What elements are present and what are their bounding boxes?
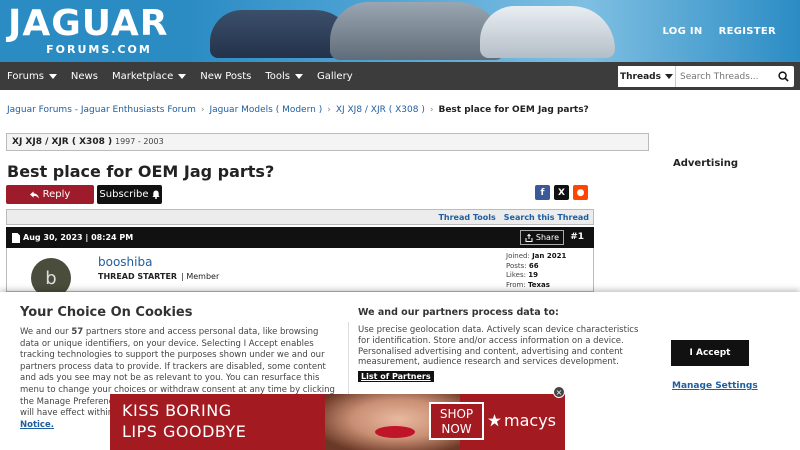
manage-settings-link[interactable]: Manage Settings xyxy=(672,381,758,391)
search-scope-label: Threads xyxy=(620,71,661,82)
nav-item-forums[interactable]: Forums xyxy=(0,62,64,90)
posts-value: 66 xyxy=(528,261,539,270)
ad-shop-label: SHOP xyxy=(439,407,474,421)
chevron-down-icon xyxy=(295,73,303,79)
joined-value: Jan 2021 xyxy=(532,252,567,260)
header-account-links: LOG IN REGISTER xyxy=(662,26,776,37)
breadcrumb-separator-icon: › xyxy=(200,105,205,115)
ad-now-label: NOW xyxy=(441,422,472,436)
breadcrumb-separator-icon: › xyxy=(327,105,331,115)
from-label: From: xyxy=(506,280,526,289)
banner-car-white xyxy=(480,6,615,58)
search-scope-select[interactable]: Threads xyxy=(618,66,676,87)
banner-car-silver xyxy=(330,2,505,60)
ad-lips-image xyxy=(375,426,415,438)
nav-item-new-posts[interactable]: New Posts xyxy=(193,62,258,90)
cookie-purposes-title: We and our partners process data to: xyxy=(358,307,559,318)
site-header: JAGUAR FORUMS.COM LOG IN REGISTER xyxy=(0,0,800,62)
user-rank: Member xyxy=(186,272,220,281)
post-date: Aug 30, 2023 | 08:24 PM xyxy=(23,233,134,242)
post-header: Aug 30, 2023 | 08:24 PM Share #1 xyxy=(6,227,594,248)
ad-brand-logo: macys xyxy=(488,411,556,430)
accept-button[interactable]: I Accept xyxy=(671,340,749,366)
share-icon xyxy=(525,233,533,242)
facebook-icon[interactable]: f xyxy=(535,185,550,200)
close-icon[interactable]: × xyxy=(553,386,565,398)
nav-item-label: Marketplace xyxy=(111,70,174,82)
logo-main-text: JAGUAR xyxy=(8,3,169,44)
post-number[interactable]: #1 xyxy=(570,232,584,242)
search-icon xyxy=(777,71,789,82)
breadcrumb-link[interactable]: Jaguar Forums - Jaguar Enthusiasts Forum xyxy=(7,105,196,115)
post-user-info: b booshiba THREAD STARTER | Member Joined… xyxy=(6,248,594,298)
share-icons: f X ● xyxy=(535,185,588,200)
reddit-icon[interactable]: ● xyxy=(573,185,588,200)
breadcrumb: Jaguar Forums - Jaguar Enthusiasts Forum… xyxy=(7,105,589,115)
forum-name[interactable]: XJ XJ8 / XJR ( X308 ) xyxy=(12,137,112,147)
reply-label: Reply xyxy=(42,189,71,200)
share-label: Share xyxy=(535,233,559,242)
breadcrumb-link[interactable]: XJ XJ8 / XJR ( X308 ) xyxy=(336,105,425,115)
thread-starter-badge: THREAD STARTER xyxy=(98,272,178,281)
ad-shop-now-button[interactable]: SHOP NOW xyxy=(429,402,484,440)
ad-headline: KISS BORING LIPS GOODBYE xyxy=(122,400,246,442)
likes-label: Likes: xyxy=(506,271,526,279)
nav-item-tools[interactable]: Tools xyxy=(258,62,310,90)
username-link[interactable]: booshiba xyxy=(98,255,152,269)
nav-item-marketplace[interactable]: Marketplace xyxy=(105,62,193,90)
star-icon xyxy=(488,414,501,427)
cookie-text-pre: We and our xyxy=(20,327,72,337)
ad-line-2: LIPS GOODBYE xyxy=(122,422,247,441)
breadcrumb-link[interactable]: Jaguar Models ( Modern ) xyxy=(209,105,322,115)
ad-banner[interactable]: KISS BORING LIPS GOODBYE SHOP NOW macys xyxy=(110,394,565,450)
thread-tools-bar: Thread Tools Search this Thread xyxy=(6,209,594,225)
joined-label: Joined: xyxy=(506,252,530,260)
search-thread-link[interactable]: Search this Thread xyxy=(504,213,589,222)
chevron-down-icon xyxy=(178,73,187,79)
nav-item-label: News xyxy=(70,70,98,82)
search-button[interactable] xyxy=(772,66,794,87)
list-of-partners-link[interactable]: List of Partners xyxy=(358,371,434,382)
nav-item-label: Forums xyxy=(7,70,44,82)
cookie-title: Your Choice On Cookies xyxy=(20,305,193,320)
posts-label: Posts: xyxy=(506,261,527,270)
register-link[interactable]: REGISTER xyxy=(719,26,776,37)
user-stats: Joined: Jan 2021 Posts: 66 Likes: 19 Fro… xyxy=(506,252,566,290)
x-icon[interactable]: X xyxy=(554,185,569,200)
post-share-button[interactable]: Share xyxy=(519,230,564,245)
from-value: Texas xyxy=(527,280,550,289)
site-logo[interactable]: JAGUAR FORUMS.COM xyxy=(8,3,170,57)
reply-icon xyxy=(29,190,39,199)
nav-item-gallery[interactable]: Gallery xyxy=(310,62,360,90)
nav-item-label: Gallery xyxy=(317,70,353,82)
search-bar: Threads xyxy=(618,66,794,87)
search-input[interactable] xyxy=(676,66,772,87)
thread-tools-link[interactable]: Thread Tools xyxy=(438,213,495,222)
subscribe-label: Subscribe xyxy=(99,189,149,200)
breadcrumb-separator-icon: › xyxy=(429,105,434,115)
bell-icon xyxy=(151,190,160,199)
login-link[interactable]: LOG IN xyxy=(662,26,702,37)
subscribe-button[interactable]: Subscribe xyxy=(97,185,162,204)
chevron-down-icon xyxy=(48,73,57,79)
document-icon xyxy=(12,232,20,243)
likes-value: 19 xyxy=(528,271,538,279)
cookie-purposes-text: Use precise geolocation data. Actively s… xyxy=(358,325,639,368)
forum-header: XJ XJ8 / XJR ( X308 ) 1997 - 2003 xyxy=(6,133,649,151)
partner-count: 57 xyxy=(71,327,84,337)
logo-sub-text: FORUMS.COM xyxy=(46,43,152,56)
nav-item-news[interactable]: News xyxy=(64,62,105,90)
advertising-label: Advertising xyxy=(673,158,738,169)
nav-item-label: New Posts xyxy=(200,70,252,82)
ad-brand-name: macys xyxy=(504,411,556,430)
breadcrumb-current: Best place for OEM Jag parts? xyxy=(438,105,589,115)
nav-item-label: Tools xyxy=(265,70,290,82)
chevron-down-icon xyxy=(664,74,673,79)
page-title: Best place for OEM Jag parts? xyxy=(7,162,275,181)
forum-years: 1997 - 2003 xyxy=(114,137,164,146)
reply-button[interactable]: Reply xyxy=(6,185,94,204)
user-role: THREAD STARTER | Member xyxy=(98,272,220,281)
ad-line-1: KISS BORING xyxy=(122,401,232,420)
